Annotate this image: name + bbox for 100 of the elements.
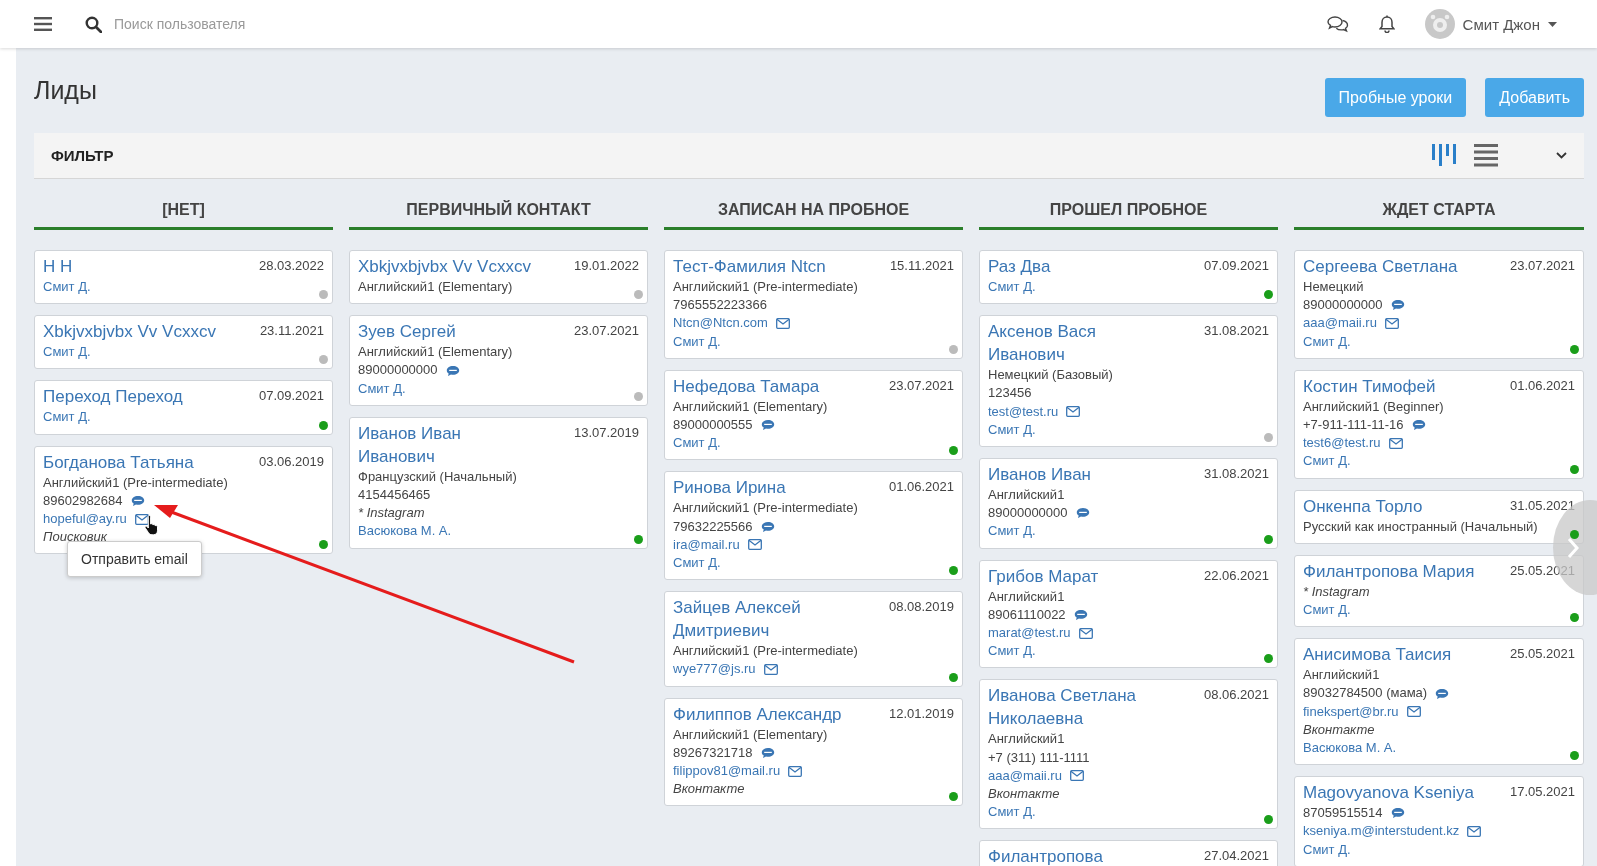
lead-card[interactable]: Иванов Иван 31.08.2021 Английский1 89000000000 Смит Д. (979, 458, 1278, 549)
lead-card[interactable]: Костин Тимофей 01.06.2021 Английский1 (Beginner) +7-911-111-11-16 test6@test.ru Смит Д. (1294, 369, 1584, 479)
lead-name-link[interactable]: Нефедова Тамара (673, 374, 820, 398)
lead-card[interactable]: Филантропова 27.04.2021 (979, 840, 1278, 866)
board-view-icon[interactable] (1432, 144, 1456, 167)
envelope-icon[interactable] (788, 765, 803, 777)
envelope-icon[interactable] (763, 664, 778, 676)
lead-name-link[interactable]: Тест-Фамилия Ntcn (673, 255, 826, 278)
search-field[interactable]: Поиск пользователя (112, 15, 336, 33)
manager-link[interactable]: Смит Д. (43, 278, 91, 297)
lead-card[interactable]: Тест-Фамилия Ntcn 15.11.2021 Английский1 (Pre-intermediate) 7965552223366 Ntcn@Ntcn.com Смит Д. (664, 250, 963, 359)
lead-name-link[interactable]: Сергеева Светлана (1303, 255, 1458, 278)
envelope-icon[interactable] (1388, 437, 1403, 449)
sms-icon[interactable] (760, 746, 775, 759)
sms-icon[interactable] (760, 520, 775, 533)
sms-icon[interactable] (1075, 507, 1090, 520)
trial-lessons-button[interactable]: Пробные уроки (1324, 78, 1467, 117)
manager-link[interactable]: Смит Д. (988, 642, 1036, 661)
sms-icon[interactable] (1073, 608, 1088, 621)
sms-icon[interactable] (1411, 419, 1426, 432)
lead-name-link[interactable]: Иванова Светлана Николаевна (988, 684, 1166, 731)
envelope-icon[interactable] (134, 513, 149, 525)
chat-button[interactable] (1326, 15, 1349, 33)
lead-name-link[interactable]: Иванов Иван Иванович (358, 421, 536, 468)
sms-icon[interactable] (760, 419, 775, 432)
manager-link[interactable]: Смит Д. (988, 803, 1036, 822)
sms-icon[interactable] (130, 494, 145, 507)
lead-card[interactable]: Анисимова Таисия 25.05.2021 Английский1 89032784500 (мама) finekspert@br.ru Вконтакте Васюкова М. А. (1294, 638, 1584, 766)
lead-card[interactable]: Раз Два 07.09.2021 Смит Д. (979, 250, 1278, 305)
lead-card[interactable]: Аксенов Вася Иванович 31.08.2021 Немецкий (Базовый) 123456 test@test.ru Смит Д. (979, 315, 1278, 447)
email-link[interactable]: aaa@maii.ru (1303, 314, 1377, 333)
envelope-icon[interactable] (1406, 706, 1421, 718)
manager-link[interactable]: Смит Д. (673, 332, 721, 351)
lead-name-link[interactable]: Раз Два (988, 255, 1051, 278)
filter-bar[interactable]: ФИЛЬТР (34, 133, 1584, 179)
email-link[interactable]: aaa@maii.ru (988, 766, 1062, 786)
sms-icon[interactable] (445, 364, 460, 377)
envelope-icon[interactable] (1384, 318, 1399, 329)
lead-card[interactable]: Филиппов Александр 12.01.2019 Английский1 (Elementary) 89267321718 filippov81@mail.ru Вконтакте (664, 697, 963, 807)
email-link[interactable]: test6@test.ru (1303, 434, 1381, 453)
lead-name-link[interactable]: Богданова Татьяна (43, 450, 194, 474)
lead-name-link[interactable]: Филантропова (988, 845, 1103, 866)
email-link[interactable]: ira@mail.ru (673, 535, 740, 555)
manager-link[interactable]: Смит Д. (1303, 452, 1351, 471)
lead-card[interactable]: Сергеева Светлана 23.07.2021 Немецкий 89000000000 aaa@maii.ru Смит Д. (1294, 250, 1584, 359)
lead-card[interactable]: Иванова Светлана Николаевна 08.06.2021 Английский1 +7 (311) 111-1111 aaa@maii.ru Вконтакте Смит Д. (979, 679, 1278, 830)
email-link[interactable]: marat@test.ru (988, 624, 1071, 643)
lead-card[interactable]: Зайцев Алексей Дмитриевич 08.08.2019 Английский1 (Pre-intermediate) wye777@js.ru (664, 591, 963, 687)
lead-card[interactable]: Ринова Ирина 01.06.2021 Английский1 (Pre-intermediate) 79632225566 ira@mail.ru Смит Д. (664, 471, 963, 581)
manager-link[interactable]: Смит Д. (988, 420, 1036, 439)
lead-name-link[interactable]: Филантропова Мария (1303, 559, 1475, 583)
user-menu[interactable]: Смит Джон (1424, 9, 1557, 39)
lead-name-link[interactable]: Анисимова Таисия (1303, 643, 1452, 667)
email-link[interactable]: filippov81@mail.ru (673, 762, 781, 781)
manager-link[interactable]: Васюкова М. А. (358, 522, 452, 541)
envelope-icon[interactable] (1467, 826, 1482, 838)
manager-link[interactable]: Смит Д. (673, 434, 721, 453)
bell-button[interactable] (1378, 15, 1395, 33)
lead-name-link[interactable]: Magovyanova Kseniya (1303, 781, 1475, 805)
manager-link[interactable]: Смит Д. (988, 522, 1036, 541)
email-link[interactable]: test@test.ru (988, 402, 1059, 421)
manager-link[interactable]: Смит Д. (43, 408, 91, 427)
lead-name-link[interactable]: Онкенпа Торло (1303, 494, 1423, 518)
email-link[interactable]: finekspert@br.ru (1303, 702, 1399, 721)
menu-button[interactable] (34, 17, 52, 31)
lead-card[interactable]: Грибов Марат 22.06.2021 Английский1 89061110022 marat@test.ru Смит Д. (979, 559, 1278, 669)
envelope-icon[interactable] (775, 318, 790, 329)
lead-card[interactable]: Иванов Иван Иванович 13.07.2019 Французский (Начальный) 4154456465 * Instagram Васюкова М. А. (349, 416, 648, 549)
email-link[interactable]: kseniya.m@interstudent.kz (1303, 822, 1460, 841)
lead-card[interactable]: Зуев Сергей 23.07.2021 Английский1 (Elementary) 89000000000 Смит Д. (349, 315, 648, 406)
email-link[interactable]: hopeful@ay.ru (43, 510, 127, 529)
manager-link[interactable]: Смит Д. (1303, 601, 1351, 620)
lead-name-link[interactable]: Аксенов Вася Иванович (988, 320, 1166, 367)
lead-name-link[interactable]: Ринова Ирина (673, 476, 786, 500)
manager-link[interactable]: Смит Д. (1303, 332, 1351, 351)
add-button[interactable]: Добавить (1485, 78, 1584, 117)
lead-name-link[interactable]: Переход Переход (43, 385, 183, 409)
sms-icon[interactable] (1435, 687, 1450, 700)
lead-name-link[interactable]: Костин Тимофей (1303, 374, 1436, 398)
lead-card[interactable]: Н Н 28.03.2022 Смит Д. (34, 250, 333, 305)
list-view-icon[interactable] (1474, 144, 1498, 167)
lead-name-link[interactable]: Зайцев Алексей Дмитриевич (673, 596, 851, 643)
lead-name-link[interactable]: Xbkjvxbjvbx Vv Vcxxcv (358, 255, 531, 278)
sms-icon[interactable] (1390, 807, 1405, 820)
email-link[interactable]: wye777@js.ru (673, 660, 756, 679)
lead-card[interactable]: Онкенпа Торло 31.05.2021 Русский как иностранный (Начальный) (1294, 489, 1584, 544)
chevron-down-icon[interactable] (1556, 152, 1567, 159)
lead-name-link[interactable]: Н Н (43, 255, 73, 278)
lead-name-link[interactable]: Филиппов Александр (673, 702, 842, 726)
envelope-icon[interactable] (1066, 406, 1081, 418)
lead-card[interactable]: Xbkjvxbjvbx Vv Vcxxcv 23.11.2021 Смит Д. (34, 315, 333, 370)
manager-link[interactable]: Смит Д. (358, 379, 406, 398)
email-link[interactable]: Ntcn@Ntcn.com (673, 314, 768, 333)
sms-icon[interactable] (1390, 299, 1405, 312)
lead-card[interactable]: Переход Переход 07.09.2021 Смит Д. (34, 380, 333, 435)
lead-card[interactable]: Нефедова Тамара 23.07.2021 Английский1 (Elementary) 89000000555 Смит Д. (664, 369, 963, 461)
envelope-icon[interactable] (747, 539, 762, 551)
lead-name-link[interactable]: Иванов Иван (988, 463, 1091, 486)
envelope-icon[interactable] (1069, 770, 1084, 782)
manager-link[interactable]: Смит Д. (1303, 840, 1351, 859)
